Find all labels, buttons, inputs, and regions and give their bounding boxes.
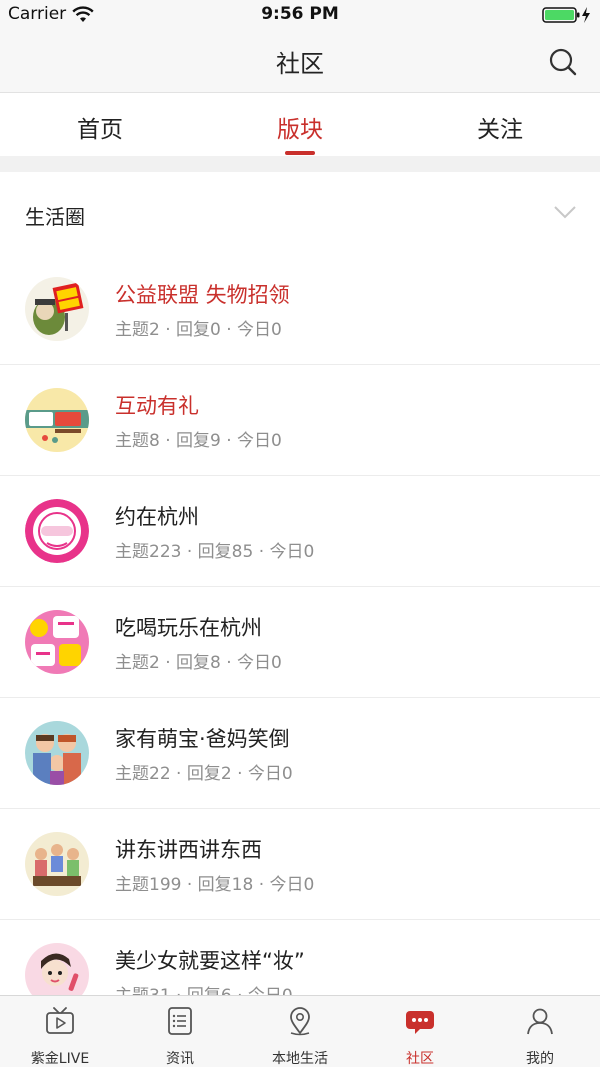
tabbar-label: 我的 — [526, 1051, 554, 1067]
tabbar-item-community[interactable]: 社区 — [360, 996, 480, 1067]
forum-title: 讲东讲西讲东西 — [115, 838, 262, 862]
family-avatar — [25, 721, 89, 785]
tv-icon — [46, 1007, 74, 1034]
battery-icon — [542, 6, 594, 28]
forum-stats: 主题8 · 回复9 · 今日0 — [115, 431, 282, 451]
forum-stats: 主题199 · 回复18 · 今日0 — [115, 875, 315, 895]
tabbar-item-news[interactable]: 资讯 — [120, 996, 240, 1067]
tab-label: 版块 — [277, 117, 323, 143]
list-item[interactable]: 家有萌宝·爸妈笑倒 主题22 · 回复2 · 今日0 — [0, 698, 600, 809]
list-item[interactable]: 公益联盟 失物招领 主题2 · 回复0 · 今日0 — [0, 254, 600, 365]
segment-tabs: 首页 版块 关注 — [0, 93, 600, 156]
status-time: 9:56 PM — [261, 4, 339, 24]
tab-following[interactable]: 关注 — [400, 93, 600, 156]
list-item[interactable]: 吃喝玩乐在杭州 主题2 · 回复8 · 今日0 — [0, 587, 600, 698]
tab-home[interactable]: 首页 — [0, 93, 200, 156]
forum-stats: 主题22 · 回复2 · 今日0 — [115, 764, 293, 784]
tabbar-label: 紫金LIVE — [30, 1051, 90, 1067]
community-screen: Carrier 9:56 PM 社区 首页 版块 关注 生活圈 公益联盟 失物招… — [0, 0, 600, 1067]
tabbar-item-local-life[interactable]: 本地生活 — [240, 996, 360, 1067]
forum-title: 公益联盟 失物招领 — [115, 283, 290, 307]
page-title: 社区 — [276, 50, 324, 78]
forum-title: 约在杭州 — [115, 505, 199, 529]
chat-bubble-icon — [406, 1011, 434, 1034]
forum-title: 家有萌宝·爸妈笑倒 — [115, 727, 290, 751]
food-fun-avatar — [25, 610, 89, 674]
forum-title: 互动有礼 — [115, 394, 199, 418]
section-title: 生活圈 — [25, 205, 85, 229]
tabbar-label: 资讯 — [166, 1051, 194, 1067]
forum-title: 吃喝玩乐在杭州 — [115, 616, 262, 640]
forum-stats: 主题2 · 回复8 · 今日0 — [115, 653, 282, 673]
active-tab-indicator — [285, 151, 315, 155]
tab-boards[interactable]: 版块 — [200, 93, 400, 156]
forum-title: 美少女就要这样“妆” — [115, 949, 305, 973]
lost-and-found-avatar — [25, 277, 89, 341]
tab-label: 首页 — [77, 117, 123, 143]
forum-stats: 主题223 · 回复85 · 今日0 — [115, 542, 315, 562]
gift-avatar — [25, 388, 89, 452]
person-icon — [527, 1008, 553, 1035]
bottom-tab-bar: 紫金LIVE 资讯 本地生活 社区 我的 — [0, 995, 600, 1067]
tabbar-label: 社区 — [406, 1051, 434, 1067]
location-pin-icon — [290, 1007, 310, 1036]
list-item[interactable]: 互动有礼 主题8 · 回复9 · 今日0 — [0, 365, 600, 476]
status-bar: Carrier 9:56 PM — [0, 0, 600, 30]
tabbar-item-profile[interactable]: 我的 — [480, 996, 600, 1067]
section-divider — [0, 156, 600, 172]
chevron-down-icon — [553, 204, 577, 223]
list-item[interactable]: 讲东讲西讲东西 主题199 · 回复18 · 今日0 — [0, 809, 600, 920]
forum-list: 公益联盟 失物招领 主题2 · 回复0 · 今日0 互动有礼 主题8 · 回复9… — [0, 254, 600, 1031]
chat-group-avatar — [25, 832, 89, 896]
tab-label: 关注 — [477, 117, 523, 143]
tabbar-item-live[interactable]: 紫金LIVE — [0, 996, 120, 1067]
search-icon — [549, 48, 577, 76]
search-button[interactable] — [545, 44, 581, 80]
news-icon — [168, 1007, 192, 1035]
forum-stats: 主题2 · 回复0 · 今日0 — [115, 320, 282, 340]
tabbar-label: 本地生活 — [272, 1051, 328, 1067]
section-header[interactable]: 生活圈 — [0, 172, 600, 255]
list-item[interactable]: 约在杭州 主题223 · 回复85 · 今日0 — [0, 476, 600, 587]
navigation-bar: 社区 — [0, 30, 600, 93]
meet-hangzhou-avatar — [25, 499, 89, 563]
